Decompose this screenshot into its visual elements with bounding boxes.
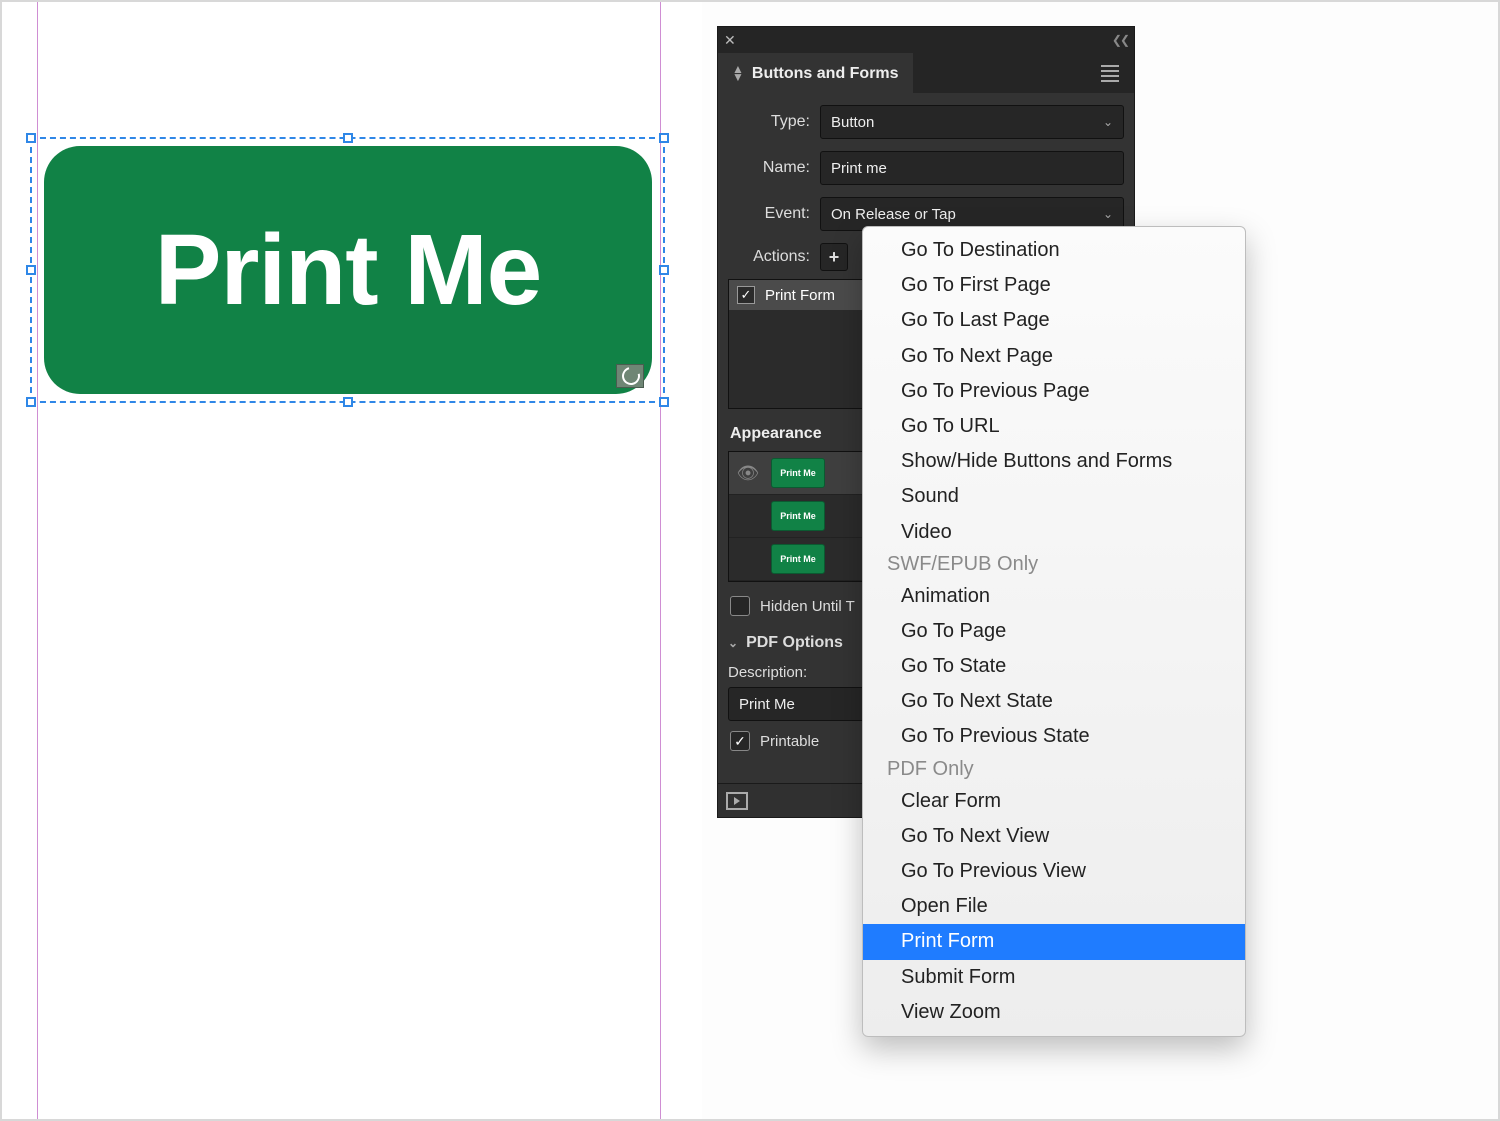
menu-item[interactable]: View Zoom [863,995,1245,1030]
panel-menu-icon[interactable] [1096,53,1134,93]
event-value: On Release or Tap [831,206,956,223]
hidden-checkbox[interactable] [730,596,750,616]
menu-item[interactable]: Video [863,515,1245,550]
action-checkbox[interactable]: ✓ [737,286,755,304]
menu-item[interactable]: Go To Next View [863,819,1245,854]
panel-topbar: ✕ ❮❮ [718,27,1134,53]
menu-item[interactable]: Go To Previous State [863,719,1245,754]
selection-handle[interactable] [26,133,36,143]
menu-group: Go To DestinationGo To First PageGo To L… [863,233,1245,550]
eye-icon[interactable]: 👁 [737,462,759,484]
menu-item[interactable]: Sound [863,479,1245,514]
menu-item[interactable]: Go To URL [863,409,1245,444]
menu-item[interactable]: Go To Previous Page [863,374,1245,409]
pdf-options-label: PDF Options [746,634,843,652]
label-type: Type: [728,113,810,131]
appearance-thumb: Print Me [771,544,825,574]
menu-item[interactable]: Go To Page [863,614,1245,649]
row-type: Type: Button ⌄ [728,105,1124,139]
selection-handle[interactable] [343,397,353,407]
eye-icon[interactable] [737,548,759,570]
appearance-thumb: Print Me [771,501,825,531]
selection-handle[interactable] [659,133,669,143]
selection-handle[interactable] [343,133,353,143]
label-event: Event: [728,205,810,223]
selection-handle[interactable] [26,265,36,275]
label-name: Name: [728,159,810,177]
description-value: Print Me [739,696,795,713]
action-item-label: Print Form [765,287,835,304]
actions-dropdown-menu: Go To DestinationGo To First PageGo To L… [862,226,1246,1037]
eye-icon[interactable] [737,505,759,527]
selection-handle[interactable] [26,397,36,407]
menu-item[interactable]: Open File [863,889,1245,924]
panel-tabs: ▲▼ Buttons and Forms [718,53,1134,93]
menu-item[interactable]: Go To State [863,649,1245,684]
updown-icon: ▲▼ [732,66,744,80]
collapse-icon[interactable]: ❮❮ [1112,33,1128,47]
close-icon[interactable]: ✕ [724,32,736,49]
tab-buttons-and-forms[interactable]: ▲▼ Buttons and Forms [718,53,913,93]
menu-item[interactable]: Animation [863,579,1245,614]
printable-checkbox[interactable] [730,731,750,751]
menu-item[interactable]: Submit Form [863,960,1245,995]
menu-group-header: SWF/EPUB Only [863,550,1245,579]
row-name: Name: Print me [728,151,1124,185]
hidden-label: Hidden Until T [760,598,855,615]
panel-title: Buttons and Forms [752,65,899,83]
menu-item[interactable]: Show/Hide Buttons and Forms [863,444,1245,479]
printable-label: Printable [760,733,819,750]
selection-handle[interactable] [659,265,669,275]
appearance-thumb: Print Me [771,458,825,488]
label-actions: Actions: [728,248,810,266]
menu-item[interactable]: Go To First Page [863,268,1245,303]
menu-item[interactable]: Print Form [863,924,1245,959]
menu-item[interactable]: Go To Destination [863,233,1245,268]
preview-icon[interactable] [726,792,748,810]
document-canvas[interactable]: Print Me [2,2,702,1119]
name-value: Print me [831,160,887,177]
chevron-down-icon: ⌄ [728,636,738,650]
menu-item[interactable]: Go To Next Page [863,339,1245,374]
type-dropdown[interactable]: Button ⌄ [820,105,1124,139]
selection-handle[interactable] [659,397,669,407]
type-value: Button [831,114,874,131]
chevron-down-icon: ⌄ [1103,207,1113,221]
selection-bounds[interactable] [30,137,665,403]
menu-item[interactable]: Go To Previous View [863,854,1245,889]
add-action-button[interactable]: + [820,243,848,271]
menu-item[interactable]: Clear Form [863,784,1245,819]
menu-item[interactable]: Go To Next State [863,684,1245,719]
chevron-down-icon: ⌄ [1103,115,1113,129]
menu-item[interactable]: Go To Last Page [863,303,1245,338]
name-input[interactable]: Print me [820,151,1124,185]
menu-group: AnimationGo To PageGo To StateGo To Next… [863,579,1245,755]
menu-group: Clear FormGo To Next ViewGo To Previous … [863,784,1245,1030]
menu-group-header: PDF Only [863,755,1245,784]
